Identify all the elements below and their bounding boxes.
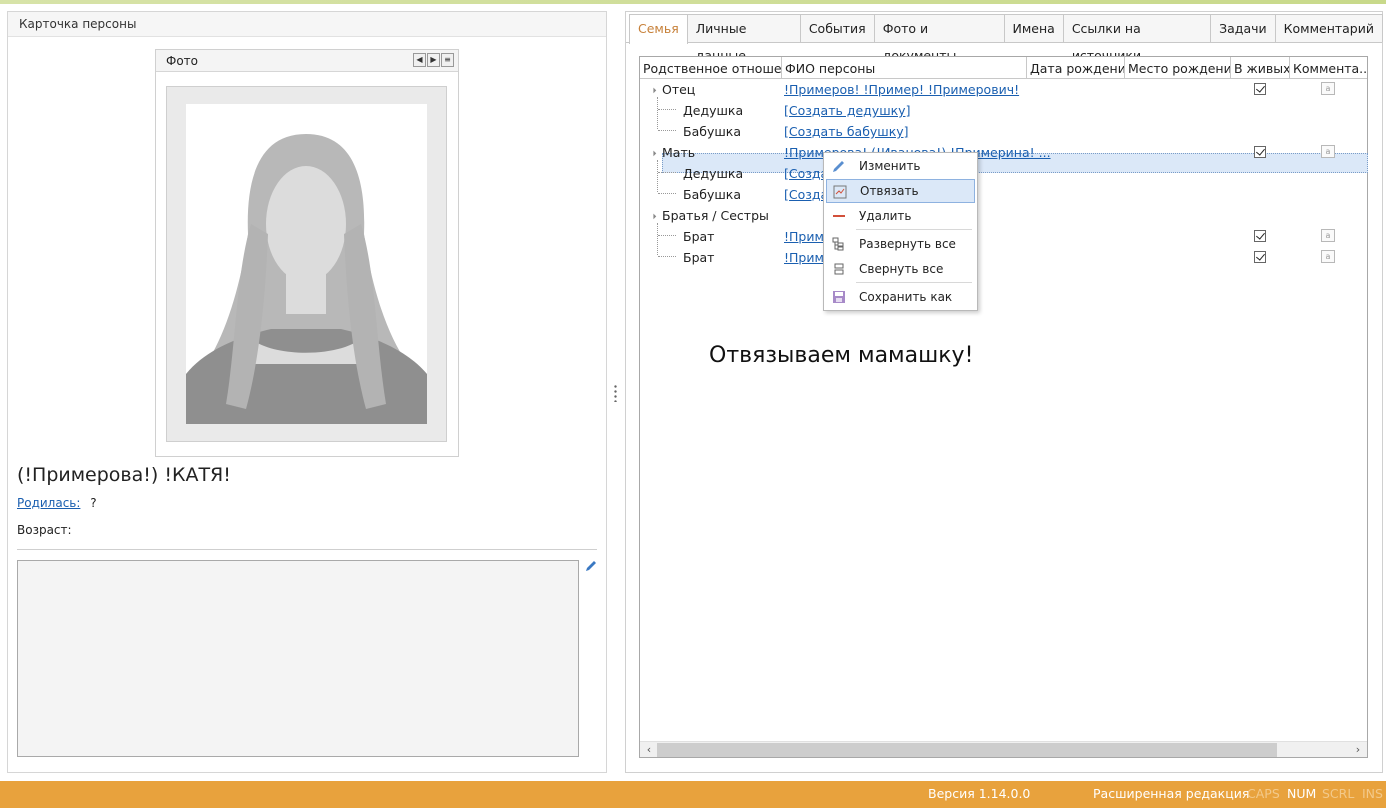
expand-toggle-icon[interactable] <box>647 147 657 157</box>
notes-box[interactable] <box>17 560 579 757</box>
tab-source-links[interactable]: Ссылки на источники <box>1062 14 1212 63</box>
expand-toggle-icon[interactable] <box>647 84 657 94</box>
table-row[interactable]: Братья / Сестры <box>640 205 1367 226</box>
annotation-text: Отвязываем мамашку! <box>709 343 974 368</box>
caps-indicator: CAPS <box>1247 786 1280 801</box>
table-row[interactable]: Дедушка [Создать дедушку] <box>640 100 1367 121</box>
person-link[interactable]: !Примеров! !Пример! !Примерович! <box>784 79 1019 100</box>
menu-item-delete[interactable]: Удалить <box>826 204 975 228</box>
create-grandmother-link[interactable]: [Создать бабушку] <box>784 121 909 142</box>
pencil-icon <box>833 161 844 172</box>
comment-icon[interactable]: a <box>1321 82 1335 95</box>
minus-icon <box>833 215 845 217</box>
table-row[interactable]: Бабушка [Создать бабушку] <box>640 121 1367 142</box>
tab-photos-documents[interactable]: Фото и документы <box>873 14 1005 63</box>
create-grandfather-link[interactable]: [Созда <box>784 163 828 184</box>
alive-checkbox[interactable] <box>1254 83 1266 95</box>
menu-item-unlink[interactable]: Отвязать <box>826 179 975 203</box>
family-panel: Семья Личные данные События Фото и докум… <box>625 11 1383 773</box>
top-accent-strip <box>0 0 1386 4</box>
menu-separator <box>856 282 972 283</box>
comment-icon[interactable]: a <box>1321 145 1335 158</box>
table-row[interactable]: Брат !Приме a <box>640 247 1367 268</box>
tab-personal-data[interactable]: Личные данные <box>686 14 801 63</box>
tab-events[interactable]: События <box>799 14 875 42</box>
photo-header: Фото ◀ ▶ ≡ <box>156 50 458 72</box>
expand-all-icon <box>832 237 844 251</box>
create-grandfather-link[interactable]: [Создать дедушку] <box>784 100 910 121</box>
create-grandmother-link[interactable]: [Созда <box>784 184 828 205</box>
menu-item-edit[interactable]: Изменить <box>826 154 975 178</box>
table-row-selected[interactable]: Мать !Примерова! (!Иванова!) !Примерина!… <box>640 142 1367 163</box>
photo-nav: ◀ ▶ ≡ <box>413 53 454 67</box>
grid-header: Родственное отноше... ФИО персоны Дата р… <box>640 57 1367 79</box>
photo-widget: Фото ◀ ▶ ≡ <box>155 49 459 457</box>
scrl-indicator: SCRL <box>1322 786 1355 801</box>
column-comment[interactable]: Коммента... <box>1290 57 1367 78</box>
panel-splitter[interactable] <box>614 384 617 402</box>
column-alive[interactable]: В живых <box>1231 57 1290 78</box>
tab-family[interactable]: Семья <box>629 14 688 44</box>
scroll-thumb[interactable] <box>657 743 1277 757</box>
table-row[interactable]: Отец !Примеров! !Пример! !Примерович! a <box>640 79 1367 100</box>
photo-container[interactable] <box>166 86 447 442</box>
table-row[interactable]: Дедушка [Созда <box>640 163 1367 184</box>
photo-menu-button[interactable]: ≡ <box>441 53 454 67</box>
born-value: ? <box>90 496 97 510</box>
horizontal-scrollbar[interactable]: ‹ › <box>640 741 1367 757</box>
menu-item-collapse-all[interactable]: Свернуть все <box>826 257 975 281</box>
alive-checkbox[interactable] <box>1254 251 1266 263</box>
status-bar: Версия 1.14.0.0 Расширенная редакция CAP… <box>0 781 1386 808</box>
female-silhouette-icon <box>186 134 427 424</box>
tab-comment[interactable]: Комментарий <box>1274 14 1383 42</box>
column-full-name[interactable]: ФИО персоны <box>782 57 1027 78</box>
unlink-icon <box>833 185 847 199</box>
alive-checkbox[interactable] <box>1254 230 1266 242</box>
column-birth-place[interactable]: Место рождения <box>1125 57 1231 78</box>
left-divider <box>17 549 597 550</box>
menu-item-expand-all[interactable]: Развернуть все <box>826 232 975 256</box>
table-row[interactable]: Брат !Приме a <box>640 226 1367 247</box>
column-birth-date[interactable]: Дата рождения <box>1027 57 1125 78</box>
born-row: Родилась: ? <box>17 496 97 510</box>
menu-item-save-as[interactable]: Сохранить как <box>826 285 975 309</box>
version-label: Версия 1.14.0.0 <box>928 786 1031 801</box>
scroll-left-icon[interactable]: ‹ <box>642 743 656 757</box>
photo-placeholder <box>186 104 427 424</box>
save-icon <box>833 291 845 303</box>
tab-tasks[interactable]: Задачи <box>1210 14 1276 42</box>
person-card-header: Карточка персоны <box>8 12 606 37</box>
collapse-all-icon <box>834 263 844 275</box>
age-label: Возраст: <box>17 523 72 537</box>
photo-title: Фото <box>166 54 199 68</box>
tab-bar: Семья Личные данные События Фото и докум… <box>629 14 1383 63</box>
comment-icon[interactable]: a <box>1321 250 1335 263</box>
column-relation[interactable]: Родственное отноше... <box>640 57 782 78</box>
born-link[interactable]: Родилась: <box>17 496 80 510</box>
num-indicator: NUM <box>1287 786 1317 801</box>
edition-label: Расширенная редакция <box>1093 786 1250 801</box>
photo-prev-button[interactable]: ◀ <box>413 53 426 67</box>
comment-icon[interactable]: a <box>1321 229 1335 242</box>
alive-checkbox[interactable] <box>1254 146 1266 158</box>
photo-next-button[interactable]: ▶ <box>427 53 440 67</box>
family-grid: Родственное отноше... ФИО персоны Дата р… <box>639 56 1368 758</box>
context-menu: Изменить Отвязать Удалить Развернуть все… <box>823 152 978 311</box>
scroll-right-icon[interactable]: › <box>1351 743 1365 757</box>
menu-separator <box>856 229 972 230</box>
edit-pencil-icon[interactable] <box>584 559 598 573</box>
person-name: (!Примерова!) !КАТЯ! <box>17 464 231 486</box>
table-row[interactable]: Бабушка [Созда <box>640 184 1367 205</box>
tab-names[interactable]: Имена <box>1003 14 1064 42</box>
ins-indicator: INS <box>1362 786 1383 801</box>
expand-toggle-icon[interactable] <box>647 210 657 220</box>
